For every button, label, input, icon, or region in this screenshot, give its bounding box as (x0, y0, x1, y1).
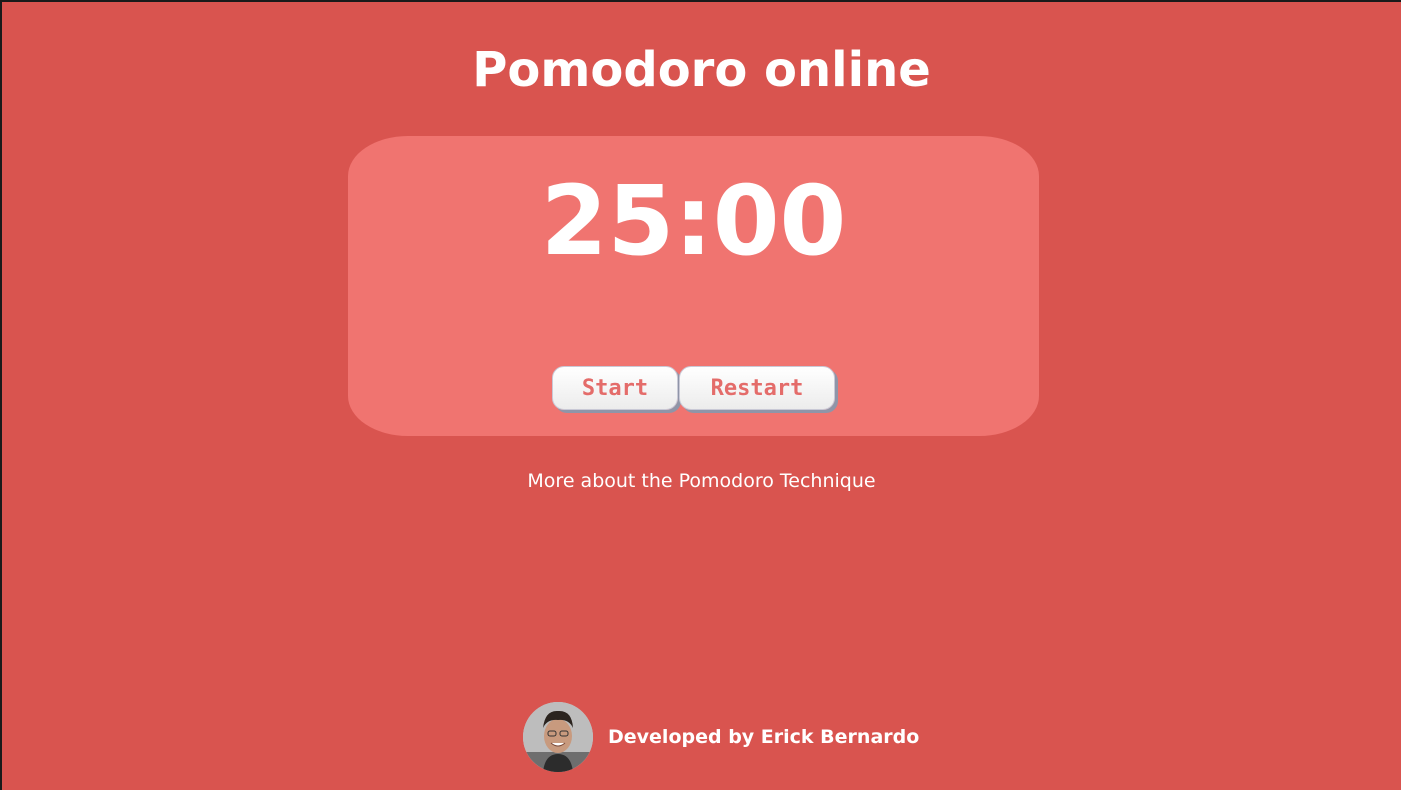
timer-display: 25:00 (540, 165, 847, 277)
developer-avatar (523, 702, 593, 772)
page-title: Pomodoro online (472, 42, 931, 98)
timer-controls: Start Restart (348, 366, 1039, 410)
footer: Developed by Erick Bernardo (523, 702, 919, 772)
pomodoro-technique-link[interactable]: More about the Pomodoro Technique (2, 470, 1401, 492)
timer-card: 25:00 Start Restart (348, 136, 1039, 436)
developer-credit: Developed by Erick Bernardo (608, 726, 920, 748)
start-button[interactable]: Start (552, 366, 678, 410)
avatar-photo-icon (523, 702, 593, 772)
restart-button[interactable]: Restart (679, 366, 835, 410)
